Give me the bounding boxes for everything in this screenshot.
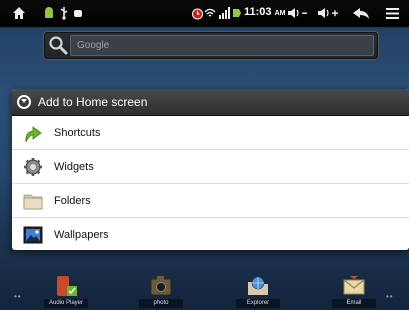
green-arrow-icon [22,122,44,144]
dock-item-photo[interactable]: photo [133,268,189,310]
menu-item-shortcuts[interactable]: Shortcuts [12,116,409,150]
usb-icon [58,4,70,22]
menu-item-label: Shortcuts [54,126,101,139]
dock-item-audio-player[interactable]: Audio Player [38,268,94,310]
status-bar: 11:03 AM [0,0,409,28]
clock: 11:03 AM [244,6,286,18]
dialog-title: Add to Home screen [38,95,148,109]
back-icon[interactable] [351,4,371,22]
menu-item-wallpapers[interactable]: Wallpapers [12,218,409,250]
search-icon[interactable] [48,35,68,55]
menu-icon[interactable] [384,4,400,22]
volume-down-icon[interactable] [286,4,310,22]
dock-item-label: Audio Player [44,299,88,308]
explorer-icon [245,274,271,298]
dock-item-explorer[interactable]: Explorer [230,268,286,310]
dock-item-label: Explorer [236,299,280,308]
menu-item-widgets[interactable]: Widgets [12,150,409,184]
home-icon[interactable] [10,4,28,22]
search-input[interactable]: Google [70,35,374,56]
dock-item-label: Email [332,299,376,308]
add-to-home-dialog: Add to Home screen Shortcuts Widgets Fol… [12,89,409,250]
menu-item-label: Widgets [54,160,94,173]
alarm-icon [190,4,204,22]
dialog-header: Add to Home screen [12,89,409,116]
dropdown-circle-icon [17,95,31,109]
menu-item-label: Folders [54,194,91,207]
volume-up-icon[interactable] [316,4,342,22]
audio-player-icon [53,274,79,298]
photo-icon [148,274,174,298]
android-icon [42,4,56,22]
dock-item-email[interactable]: Email [326,268,382,310]
menu-item-folders[interactable]: Folders [12,184,409,218]
folder-icon [22,190,44,212]
signal-icon [217,4,231,22]
menu-item-label: Wallpapers [54,228,109,241]
dock-item-label: photo [139,299,183,308]
android-debug-icon [71,4,85,22]
battery-icon [231,4,243,22]
dock: Audio Player photo Explorer Email [0,268,409,310]
wifi-icon [204,4,216,22]
gear-icon [22,156,44,178]
picture-icon [22,224,44,246]
email-icon [341,274,367,298]
search-widget[interactable]: Google [43,31,379,60]
